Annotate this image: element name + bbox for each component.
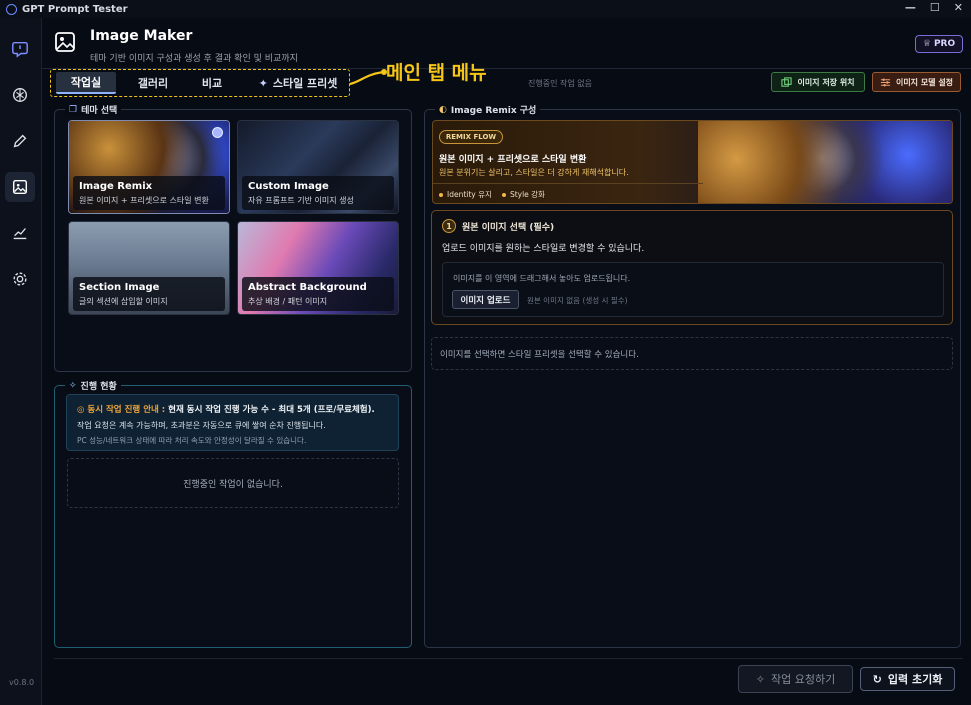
- chat-bubble-icon: [12, 41, 28, 58]
- image-maker-logo-icon: [55, 32, 75, 52]
- window-titlebar: GPT Prompt Tester — ☐ ✕: [0, 0, 971, 18]
- concurrency-notice: ◎ 동시 작업 진행 안내 : 현재 동시 작업 진행 가능 수 - 최대 5개…: [66, 394, 399, 451]
- sidebar-item-settings[interactable]: [5, 264, 35, 294]
- copy-icon: [781, 76, 793, 87]
- gear-icon: [13, 272, 27, 286]
- card-title: Section Image: [79, 282, 160, 293]
- image-icon: [12, 179, 28, 195]
- page-header: Image Maker 테마 기반 이미지 구성과 생성 후 결과 확인 및 비…: [42, 18, 971, 68]
- theme-panel-title: ❐ 테마 선택: [65, 103, 122, 116]
- card-title: Abstract Background: [248, 282, 367, 293]
- notice-text: 현재 동시 작업 진행 가능 수 - 최대 5개 (프로/무료체험).: [168, 405, 375, 415]
- step-number: 1: [442, 219, 456, 233]
- tab-style-presets[interactable]: ✦ 스타일 프리셋: [248, 72, 348, 94]
- remix-panel-title: ◐ Image Remix 구성: [435, 103, 541, 116]
- footer-divider: [54, 658, 963, 659]
- sidebar-item-prompt[interactable]: [5, 34, 35, 64]
- pen-icon: [13, 134, 27, 148]
- crown-icon: ♕: [922, 39, 931, 49]
- card-desc: 자유 프롬프트 기반 이미지 생성: [248, 196, 354, 205]
- layers-icon: ❐: [69, 104, 78, 115]
- theme-card-section-image[interactable]: Section Image 글의 섹션에 삽입할 이미지: [68, 221, 230, 315]
- app-version: v0.8.0: [9, 678, 35, 687]
- model-settings-button[interactable]: 이미지 모델 설정: [872, 72, 961, 92]
- save-location-label: 이미지 저장 위치: [797, 77, 855, 87]
- drop-zone-text: 이미지를 이 영역에 드래그해서 놓아도 업로드됩니다.: [453, 274, 631, 283]
- reset-input-button[interactable]: ↻ 입력 초기화: [860, 667, 955, 691]
- sidebar-item-writer[interactable]: [5, 126, 35, 156]
- remix-desc: 원본 분위기는 살리고, 스타일은 더 강하게 재해석합니다.: [439, 168, 629, 177]
- sparkle-icon: ✧: [69, 380, 77, 391]
- window-title: GPT Prompt Tester: [22, 3, 128, 15]
- remix-flow-badge: REMIX FLOW: [439, 130, 503, 144]
- image-drop-zone[interactable]: 이미지를 이 영역에 드래그해서 놓아도 업로드됩니다. 이미지 업로드 원본 …: [442, 262, 944, 317]
- card-desc: 추상 배경 / 패턴 이미지: [248, 297, 328, 306]
- tab-compare[interactable]: 비교: [188, 72, 236, 94]
- palette-icon: ◐: [439, 104, 447, 115]
- tab-gallery[interactable]: 갤러리: [124, 72, 182, 94]
- theme-card-image-remix[interactable]: Image Remix 원본 이미지 + 프리셋으로 스타일 변환: [68, 120, 230, 214]
- page-title: Image Maker: [90, 28, 193, 44]
- submit-label: 작업 요청하기: [771, 673, 836, 686]
- selected-indicator: [212, 127, 223, 138]
- tab-workspace[interactable]: 작업실: [56, 72, 116, 94]
- sparkle-icon: ✦: [258, 76, 268, 90]
- sparkle-icon: ✧: [755, 672, 765, 686]
- sidebar-item-analytics[interactable]: [5, 218, 35, 248]
- page-subtitle: 테마 기반 이미지 구성과 생성 후 결과 확인 및 비교까지: [90, 54, 298, 64]
- pro-badge[interactable]: ♕ PRO: [915, 35, 963, 53]
- reset-label: 입력 초기화: [887, 673, 943, 686]
- remix-heading: 원본 이미지 + 프리셋으로 스타일 변환: [439, 155, 587, 165]
- card-desc: 원본 이미지 + 프리셋으로 스타일 변환: [79, 196, 209, 205]
- upload-image-button[interactable]: 이미지 업로드: [452, 290, 519, 309]
- remix-tag-style: Style 강화: [501, 189, 545, 200]
- sidebar: v0.8.0: [0, 18, 42, 705]
- close-button[interactable]: ✕: [954, 1, 963, 14]
- sidebar-item-image[interactable]: [5, 172, 35, 202]
- sliders-icon: [880, 78, 891, 86]
- theme-card-custom-image[interactable]: Custom Image 자유 프롬프트 기반 이미지 생성: [237, 120, 399, 214]
- annotation-arrow: [349, 69, 387, 86]
- remix-banner-image: [698, 121, 952, 203]
- card-desc: 글의 섹션에 삽입할 이미지: [79, 297, 168, 306]
- openai-icon: [13, 88, 27, 102]
- chart-icon: [13, 228, 27, 240]
- model-settings-label: 이미지 모델 설정: [895, 77, 954, 87]
- notice-label: 동시 작업 진행 안내 :: [87, 405, 166, 415]
- remix-flow-banner: REMIX FLOW 원본 이미지 + 프리셋으로 스타일 변환 원본 분위기는…: [432, 120, 953, 204]
- tab-style-presets-label: 스타일 프리셋: [272, 77, 338, 90]
- empty-tasks: 진행중인 작업이 없습니다.: [67, 458, 399, 508]
- card-title: Custom Image: [248, 181, 329, 192]
- upload-hint: 원본 이미지 없음 (생성 시 필수): [527, 296, 628, 305]
- step-desc: 업로드 이미지를 원하는 스타일로 변경할 수 있습니다.: [442, 244, 645, 254]
- save-location-button[interactable]: 이미지 저장 위치: [771, 72, 865, 92]
- submit-task-button[interactable]: ✧ 작업 요청하기: [738, 665, 853, 693]
- step-source-image: 1 원본 이미지 선택 (필수) 업로드 이미지를 원하는 스타일로 변경할 수…: [431, 210, 953, 325]
- maximize-button[interactable]: ☐: [930, 1, 940, 14]
- card-title: Image Remix: [79, 181, 153, 192]
- app-icon: [6, 3, 17, 15]
- theme-card-abstract-background[interactable]: Abstract Background 추상 배경 / 패턴 이미지: [237, 221, 399, 315]
- step-title: 원본 이미지 선택 (필수): [462, 223, 555, 233]
- preset-hint: 이미지를 선택하면 스타일 프리셋을 선택할 수 있습니다.: [431, 337, 953, 370]
- progress-panel-title: ✧ 진행 현황: [65, 379, 121, 392]
- sidebar-item-chatgpt[interactable]: [5, 80, 35, 110]
- minimize-button[interactable]: —: [905, 1, 916, 14]
- notice-icon: ◎: [77, 405, 88, 415]
- remix-tag-identity: Identity 유지: [439, 189, 492, 200]
- annotation-label: 메인 탭 메뉴: [386, 62, 487, 84]
- refresh-icon: ↻: [872, 672, 882, 686]
- pro-badge-label: PRO: [933, 39, 956, 49]
- task-status: 진행중인 작업 없음: [528, 79, 592, 88]
- notice-line-3: PC 성능/네트워크 상태에 따라 처리 속도와 안정성이 달라질 수 있습니다…: [77, 436, 307, 445]
- remix-divider: [433, 183, 703, 184]
- notice-line-2: 작업 요청은 계속 가능하며, 초과분은 자동으로 큐에 쌓여 순차 진행됩니다…: [77, 421, 326, 430]
